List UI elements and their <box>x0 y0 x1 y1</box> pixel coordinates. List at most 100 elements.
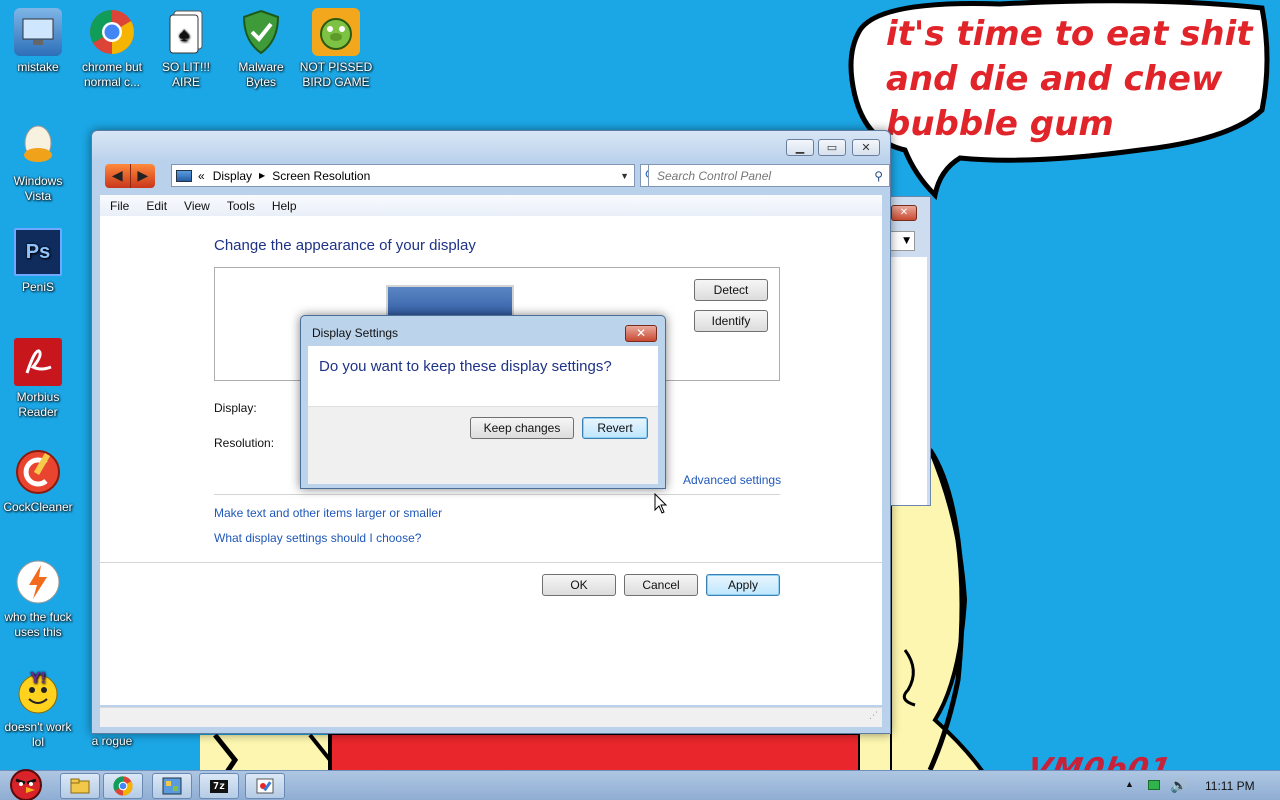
breadcrumb-prefix[interactable]: « <box>198 169 205 183</box>
desktop-icon-label: mistake <box>17 60 59 74</box>
address-bar[interactable]: « Display ▶ Screen Resolution ▼ <box>171 164 635 187</box>
close-button[interactable]: ✕ <box>852 139 880 156</box>
cancel-button[interactable]: Cancel <box>624 574 698 596</box>
resize-grip-icon[interactable]: ⋰ <box>869 711 878 721</box>
maximize-button[interactable]: ▭ <box>818 139 846 156</box>
desktop-icon-label: doesn't work lol <box>4 720 72 749</box>
explorer-icon[interactable] <box>60 773 100 799</box>
desktop-icon-ccleaner[interactable]: CockCleaner <box>0 448 76 515</box>
desktop-icon-winamp[interactable]: who the fuck uses this <box>0 558 76 640</box>
dialog-body: Do you want to keep these display settin… <box>308 346 658 484</box>
window-titlebar[interactable]: ▁ ▭ ✕ <box>92 131 890 161</box>
desktop-icon-yahoo[interactable]: Y! doesn't work lol <box>0 668 76 750</box>
display-settings-help-link[interactable]: What display settings should I choose? <box>214 531 421 545</box>
nav-buttons: ◀ ▶ <box>105 164 155 188</box>
desktop-icon-label: NOT PISSED BIRD GAME <box>299 60 373 89</box>
menu-edit[interactable]: Edit <box>146 199 167 213</box>
yahoo-messenger-icon: Y! <box>14 668 62 716</box>
egg-icon <box>14 122 62 170</box>
dialog-message: Do you want to keep these display settin… <box>319 358 612 375</box>
page-title: Change the appearance of your display <box>214 237 476 254</box>
divider <box>214 494 780 495</box>
dialog-footer: Keep changes Revert <box>308 406 658 484</box>
desktop-icon-chrome[interactable]: chrome but normal c... <box>74 8 150 90</box>
taskbar-clock[interactable]: 11:11 PM <box>1205 779 1255 793</box>
angry-birds-start-icon[interactable] <box>4 763 50 800</box>
desktop-icon-label: SO LIT!!! AIRE <box>161 60 210 89</box>
desktop-icon-label: Malware Bytes <box>238 60 284 89</box>
breadcrumb-screen-resolution[interactable]: Screen Resolution <box>272 169 370 183</box>
identify-button[interactable]: Identify <box>694 310 768 332</box>
search-placeholder: Search Control Panel <box>657 168 772 183</box>
winamp-icon <box>14 558 62 606</box>
mouse-cursor-icon <box>654 493 668 514</box>
menu-help[interactable]: Help <box>272 199 297 213</box>
paint-icon[interactable] <box>245 773 285 799</box>
menu-bar: File Edit View Tools Help <box>100 195 882 216</box>
display-settings-dialog[interactable]: Display Settings ✕ Do you want to keep t… <box>300 315 666 489</box>
desktop-icon-mistake[interactable]: mistake <box>0 8 76 75</box>
background-window-close-button[interactable]: ✕ <box>891 205 917 221</box>
ccleaner-icon <box>14 448 62 496</box>
chrome-icon <box>88 8 136 56</box>
svg-text:Y!: Y! <box>30 670 46 687</box>
show-hidden-icons-button[interactable]: ▲ <box>1125 779 1134 789</box>
apply-button[interactable]: Apply <box>706 574 780 596</box>
taskbar: 7z ▲ 🔊 11:11 PM <box>0 769 1280 800</box>
desktop-icon-photoshop[interactable]: Ps PeniS <box>0 228 76 295</box>
solitaire-icon: ♠ <box>162 8 210 56</box>
menu-file[interactable]: File <box>110 199 129 213</box>
desktop-icon-label: who the fuck uses this <box>4 610 72 639</box>
ok-button[interactable]: OK <box>542 574 616 596</box>
desktop-icon-label: a rogue <box>91 734 133 748</box>
desktop-icon-malwarebytes[interactable]: Malware Bytes <box>223 8 299 90</box>
menu-tools[interactable]: Tools <box>227 199 255 213</box>
desktop-icon-pdf-reader[interactable]: Morbius Reader <box>0 338 76 420</box>
back-button[interactable]: ◀ <box>105 164 131 188</box>
menu-view[interactable]: View <box>184 199 210 213</box>
background-window-dropdown[interactable]: ▼ <box>889 231 915 251</box>
chrome-taskbar-icon[interactable] <box>103 773 143 799</box>
desktop-icon-label: chrome but normal c... <box>81 60 143 89</box>
desktop-icon-label: PeniS <box>21 280 55 294</box>
minimize-button[interactable]: ▁ <box>786 139 814 156</box>
forward-button[interactable]: ▶ <box>131 164 156 188</box>
shield-icon <box>237 8 285 56</box>
dialog-close-button[interactable]: ✕ <box>625 325 657 342</box>
7zip-icon-label: 7z <box>209 779 229 793</box>
bird-game-icon <box>312 8 360 56</box>
svg-text:♠: ♠ <box>179 24 190 46</box>
desktop-icon-label: Morbius Reader <box>16 390 60 419</box>
revert-button[interactable]: Revert <box>582 417 648 439</box>
resolution-label: Resolution: <box>214 436 275 450</box>
divider <box>100 562 882 563</box>
network-icon[interactable] <box>1148 780 1160 790</box>
breadcrumb-separator-icon: ▶ <box>259 171 266 180</box>
photoshop-icon: Ps <box>14 228 62 276</box>
speech-bubble-text: it's time to eat shit and die and chew b… <box>886 14 1253 144</box>
breadcrumb-display[interactable]: Display <box>213 169 252 183</box>
search-icon[interactable]: ⚲ <box>874 169 883 183</box>
display-label: Display: <box>214 401 257 415</box>
background-window-content <box>889 257 927 505</box>
control-panel-icon <box>176 169 192 182</box>
volume-icon[interactable]: 🔊 <box>1170 777 1187 794</box>
text-size-link[interactable]: Make text and other items larger or smal… <box>214 506 442 520</box>
search-input[interactable]: Search Control Panel ⚲ <box>648 164 890 187</box>
dialog-title: Display Settings <box>312 326 399 340</box>
background-window[interactable]: ✕ ▼ <box>889 196 931 506</box>
desktop-icon-solitaire[interactable]: ♠ SO LIT!!! AIRE <box>148 8 224 90</box>
desktop-icon-windows-vista[interactable]: Windows Vista <box>0 122 76 204</box>
advanced-settings-link[interactable]: Advanced settings <box>683 473 781 487</box>
7zip-icon[interactable]: 7z <box>199 773 239 799</box>
pdf-reader-icon <box>14 338 62 386</box>
address-dropdown-icon[interactable]: ▼ <box>620 171 629 181</box>
detect-button[interactable]: Detect <box>694 279 768 301</box>
desktop-icon-bird-game[interactable]: NOT PISSED BIRD GAME <box>298 8 374 90</box>
status-bar: ⋰ <box>100 707 882 727</box>
desktop-icon-rogue[interactable]: a rogue <box>74 734 150 749</box>
desktop-icon-label: CockCleaner <box>3 500 73 514</box>
address-row: ◀ ▶ « Display ▶ Screen Resolution ▼ ⟳ Se… <box>100 163 890 189</box>
control-panel-taskbar-icon[interactable] <box>152 773 192 799</box>
keep-changes-button[interactable]: Keep changes <box>470 417 574 439</box>
